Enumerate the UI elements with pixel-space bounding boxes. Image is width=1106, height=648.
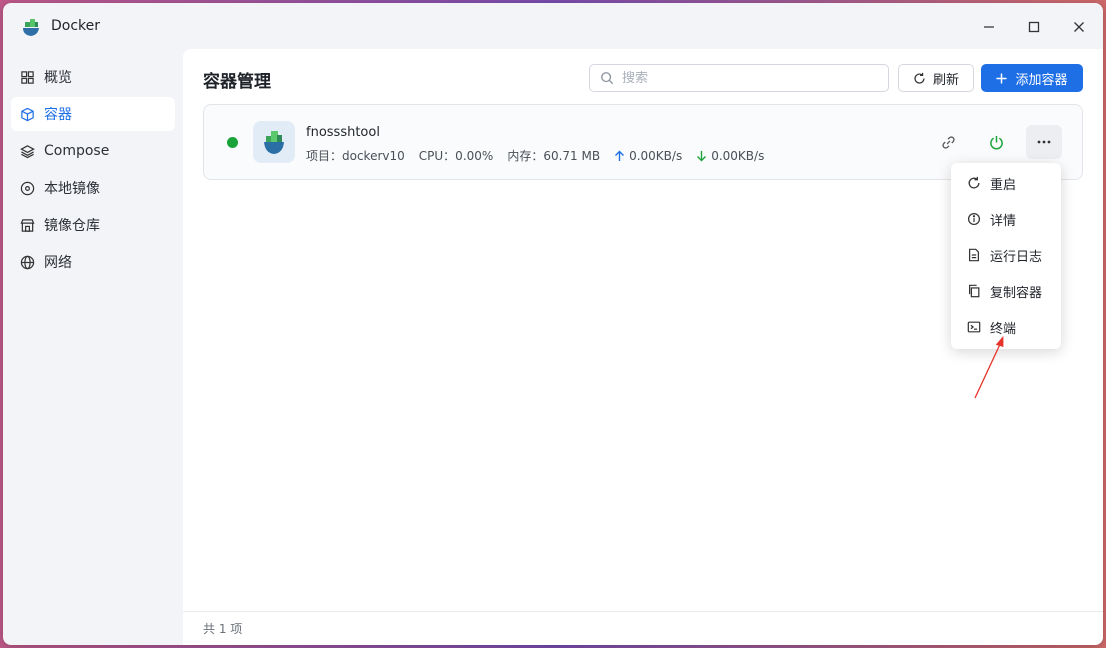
- menu-item-label: 重启: [990, 177, 1017, 193]
- upload-speed-value: 0.00KB/s: [629, 148, 683, 163]
- container-context-menu: 重启 详情 运行日志 复制容器 终端: [951, 163, 1061, 349]
- copy-icon: [969, 284, 980, 298]
- container-meta: 项目：dockerv10 CPU：0.00% 内存：60.71 MB 0.00K…: [306, 147, 778, 164]
- menu-item-terminal[interactable]: 终端: [951, 309, 1061, 345]
- container-name: fnossshtool: [306, 125, 380, 140]
- globe-icon: [20, 255, 35, 269]
- menu-item-restart[interactable]: 重启: [951, 165, 1061, 201]
- menu-item-label: 终端: [990, 321, 1017, 337]
- menu-item-details[interactable]: 详情: [951, 201, 1061, 237]
- link-icon: [941, 135, 955, 149]
- arrow-up-icon: [615, 150, 625, 161]
- menu-item-label: 复制容器: [990, 285, 1043, 301]
- more-options-button[interactable]: [1026, 125, 1062, 159]
- refresh-button[interactable]: 刷新: [898, 64, 974, 92]
- fnos-app-icon: [264, 131, 284, 154]
- sidebar-item-label: 容器: [44, 107, 72, 123]
- grid-icon: [21, 70, 34, 84]
- minimize-icon: [984, 26, 994, 28]
- maximize-button[interactable]: [1014, 11, 1054, 43]
- sidebar-item-image-registry[interactable]: 镜像仓库: [11, 208, 175, 242]
- page-title: 容器管理: [203, 72, 271, 92]
- sidebar-item-label: Compose: [44, 143, 110, 159]
- sidebar-item-label: 概览: [44, 70, 72, 86]
- sidebar-item-local-images[interactable]: 本地镜像: [11, 171, 175, 205]
- maximize-icon: [1028, 21, 1040, 33]
- upload-speed: 0.00KB/s: [614, 149, 682, 163]
- download-speed-value: 0.00KB/s: [711, 148, 765, 163]
- search-input[interactable]: [622, 70, 862, 86]
- restart-icon: [968, 176, 980, 189]
- close-icon: [1074, 22, 1084, 32]
- container-app-icon: [253, 121, 295, 163]
- sidebar-item-label: 镜像仓库: [44, 218, 100, 234]
- store-icon: [20, 218, 35, 232]
- search-box[interactable]: [589, 64, 889, 92]
- sidebar: 概览 容器 Compose 本地镜像 镜像仓库 网络: [3, 49, 183, 645]
- download-speed: 0.00KB/s: [696, 149, 764, 163]
- layers-icon: [20, 144, 35, 158]
- sidebar-item-containers[interactable]: 容器: [11, 97, 175, 131]
- menu-item-label: 详情: [990, 213, 1017, 229]
- total-count: 共 1 项: [203, 622, 243, 636]
- close-button[interactable]: [1059, 11, 1099, 43]
- running-status-dot: [227, 137, 238, 148]
- open-link-button[interactable]: [930, 125, 966, 159]
- docker-window: Docker 概览 容器 Compose 本地镜像 镜像仓库 网络 容器管理 搜…: [3, 3, 1103, 645]
- footer: 共 1 项: [183, 611, 1103, 645]
- title-bar: Docker: [3, 3, 1103, 49]
- sidebar-item-label: 网络: [44, 255, 72, 271]
- arrow-down-icon: [697, 150, 707, 161]
- power-icon: [989, 135, 1003, 149]
- info-icon: [967, 212, 981, 226]
- search-icon: [601, 72, 614, 85]
- more-horizontal-icon: [1037, 140, 1051, 144]
- add-container-button[interactable]: 添加容器: [981, 64, 1083, 92]
- refresh-icon: [914, 72, 925, 84]
- menu-item-duplicate[interactable]: 复制容器: [951, 273, 1061, 309]
- sidebar-item-overview[interactable]: 概览: [11, 60, 175, 94]
- window-title: Docker: [51, 18, 101, 34]
- cube-icon: [21, 107, 34, 121]
- add-container-label: 添加容器: [1015, 72, 1068, 88]
- sidebar-item-compose[interactable]: Compose: [11, 134, 175, 168]
- menu-item-label: 运行日志: [990, 249, 1043, 265]
- terminal-icon: [967, 321, 981, 333]
- sidebar-item-network[interactable]: 网络: [11, 245, 175, 279]
- disc-icon: [20, 181, 35, 195]
- container-memory: 内存：60.71 MB: [507, 149, 601, 163]
- minimize-button[interactable]: [969, 11, 1009, 43]
- refresh-label: 刷新: [932, 72, 959, 88]
- docker-logo-icon: [23, 19, 39, 36]
- power-button[interactable]: [978, 125, 1014, 159]
- container-project: 项目：dockerv10: [306, 149, 405, 163]
- plus-icon: [996, 72, 1008, 84]
- sidebar-item-label: 本地镜像: [44, 181, 100, 197]
- log-icon: [969, 248, 979, 262]
- menu-item-logs[interactable]: 运行日志: [951, 237, 1061, 273]
- container-cpu: CPU：0.00%: [418, 149, 494, 163]
